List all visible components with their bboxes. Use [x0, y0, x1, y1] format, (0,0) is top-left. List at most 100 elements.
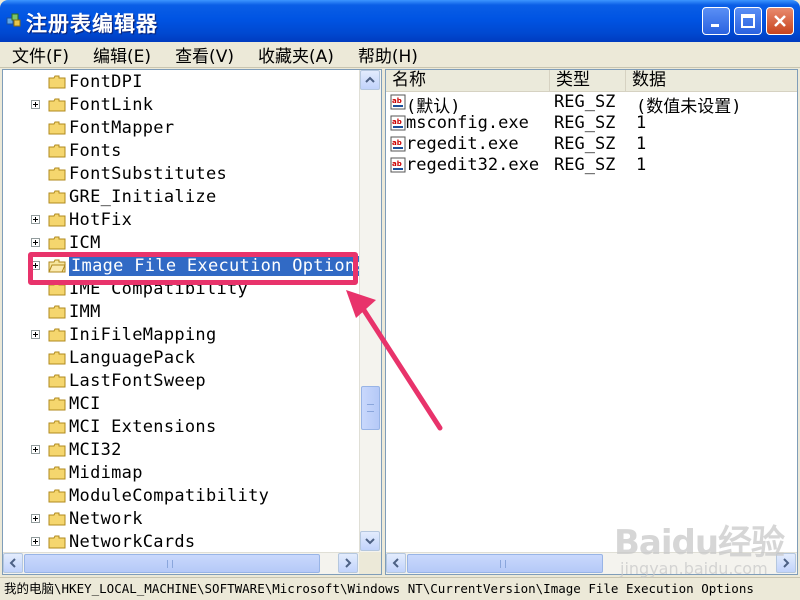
- tree-item[interactable]: MCI Extensions: [3, 416, 359, 439]
- folder-icon: [48, 397, 66, 411]
- tree-item[interactable]: GRE_Initialize: [3, 186, 359, 209]
- scroll-right-button[interactable]: [338, 553, 358, 573]
- tree-item-label: GRE_Initialize: [69, 187, 217, 207]
- tree-item[interactable]: LanguagePack: [3, 347, 359, 370]
- tree-item[interactable]: Fonts: [3, 140, 359, 163]
- value-row[interactable]: ab msconfig.exe REG_SZ 1: [386, 113, 797, 134]
- tree-item-label: IMM: [69, 302, 101, 322]
- tree-item[interactable]: LastFontSweep: [3, 370, 359, 393]
- menu-bar: 文件(F) 编辑(E) 查看(V) 收藏夹(A) 帮助(H): [0, 42, 800, 68]
- tree-item-label: Network: [69, 509, 143, 529]
- scroll-left-button[interactable]: [3, 553, 23, 573]
- folder-icon: [48, 144, 66, 158]
- tree-item[interactable]: NetworkCards: [3, 531, 359, 552]
- svg-text:ab: ab: [392, 160, 402, 168]
- tree-item-label: HotFix: [69, 210, 133, 230]
- tree-item[interactable]: MCI32: [3, 439, 359, 462]
- tree-item-label: LastFontSweep: [69, 371, 206, 391]
- scroll-thumb[interactable]: [361, 386, 380, 430]
- value-data: 1: [636, 155, 647, 175]
- menu-help[interactable]: 帮助(H): [346, 42, 430, 67]
- tree-item[interactable]: FontMapper: [3, 117, 359, 140]
- expand-icon[interactable]: [31, 514, 40, 523]
- value-row[interactable]: ab regedit32.exe REG_SZ 1: [386, 155, 797, 176]
- arrow-left-icon: [392, 558, 399, 568]
- tree-item-label: Fonts: [69, 141, 122, 161]
- tree-item[interactable]: FontDPI: [3, 71, 359, 94]
- menu-view[interactable]: 查看(V): [163, 42, 246, 67]
- value-type: REG_SZ: [554, 92, 616, 112]
- tree-vertical-scrollbar[interactable]: [359, 70, 381, 552]
- folder-icon: [48, 167, 66, 181]
- scroll-up-button[interactable]: [360, 70, 380, 90]
- tree-horizontal-scrollbar[interactable]: [3, 552, 359, 574]
- minimize-icon: [711, 24, 719, 27]
- expand-icon[interactable]: [31, 215, 40, 224]
- scroll-down-button[interactable]: [360, 531, 380, 551]
- expand-icon[interactable]: [31, 445, 40, 454]
- folder-icon: [48, 190, 66, 204]
- key-tree-pane[interactable]: FontDPI FontLink FontMapper Fonts FontSubsti…: [2, 69, 382, 575]
- tree-item[interactable]: HotFix: [3, 209, 359, 232]
- folder-icon: [48, 328, 66, 342]
- close-button[interactable]: [766, 7, 794, 35]
- value-name: msconfig.exe: [406, 113, 529, 133]
- tree-item[interactable]: Midimap: [3, 462, 359, 485]
- status-path: 我的电脑\HKEY_LOCAL_MACHINE\SOFTWARE\Microso…: [4, 581, 754, 596]
- tree-item[interactable]: ModuleCompatibility: [3, 485, 359, 508]
- values-horizontal-scrollbar[interactable]: [386, 552, 797, 574]
- menu-edit[interactable]: 编辑(E): [81, 42, 163, 67]
- value-row[interactable]: ab regedit.exe REG_SZ 1: [386, 134, 797, 155]
- maximize-icon: [741, 14, 755, 28]
- tree-item[interactable]: FontLink: [3, 94, 359, 117]
- expand-icon[interactable]: [31, 330, 40, 339]
- tree-item-label: MCI32: [69, 440, 122, 460]
- tree-item[interactable]: IMM: [3, 301, 359, 324]
- folder-icon: [48, 374, 66, 388]
- tree-item-label: IniFileMapping: [69, 325, 217, 345]
- column-type[interactable]: 类型: [550, 70, 626, 92]
- registry-editor-icon: [6, 13, 21, 27]
- tree-item[interactable]: MCI: [3, 393, 359, 416]
- tree-item[interactable]: Network: [3, 508, 359, 531]
- value-row[interactable]: ab (默认) REG_SZ (数值未设置): [386, 92, 797, 117]
- tree-item[interactable]: FontSubstitutes: [3, 163, 359, 186]
- window-title: 注册表编辑器: [26, 12, 158, 36]
- values-pane[interactable]: 名称 类型 数据 ab (默认) REG_SZ (数值未设置) ab msconfig.e…: [385, 69, 798, 575]
- tree-item-label: FontLink: [69, 95, 154, 115]
- value-type: REG_SZ: [554, 113, 616, 133]
- tree-item-label: FontSubstitutes: [69, 164, 228, 184]
- tree-item[interactable]: IniFileMapping: [3, 324, 359, 347]
- menu-file[interactable]: 文件(F): [0, 42, 81, 67]
- folder-icon: [48, 121, 66, 135]
- tree-item-label: ICM: [69, 233, 101, 253]
- tree-item-label: MCI: [69, 394, 101, 414]
- arrow-left-icon: [9, 558, 16, 568]
- expand-icon[interactable]: [31, 100, 40, 109]
- highlight-box: [28, 252, 358, 285]
- close-icon: [774, 15, 786, 27]
- folder-icon: [48, 535, 66, 549]
- value-type: REG_SZ: [554, 134, 616, 154]
- values-scroll-left-button[interactable]: [386, 553, 406, 573]
- minimize-button[interactable]: [702, 7, 730, 35]
- values-scroll-thumb[interactable]: [407, 554, 603, 573]
- values-scroll-right-button[interactable]: [776, 553, 796, 573]
- svg-text:ab: ab: [392, 97, 402, 105]
- expand-icon[interactable]: [31, 537, 40, 546]
- column-name[interactable]: 名称: [386, 70, 550, 92]
- expand-icon[interactable]: [31, 238, 40, 247]
- svg-text:ab: ab: [392, 118, 402, 126]
- maximize-button[interactable]: [734, 7, 762, 35]
- scroll-thumb-horizontal[interactable]: [24, 554, 320, 573]
- tree-item-label: FontDPI: [69, 72, 143, 92]
- column-data[interactable]: 数据: [626, 70, 797, 92]
- scroll-corner: [359, 552, 381, 574]
- title-bar[interactable]: 注册表编辑器: [0, 0, 800, 42]
- tree-item-label: MCI Extensions: [69, 417, 217, 437]
- folder-icon: [48, 489, 66, 503]
- tree-item-label: NetworkCards: [69, 532, 196, 552]
- menu-favorites[interactable]: 收藏夹(A): [246, 42, 346, 67]
- folder-icon: [48, 466, 66, 480]
- status-bar: 我的电脑\HKEY_LOCAL_MACHINE\SOFTWARE\Microso…: [0, 577, 800, 600]
